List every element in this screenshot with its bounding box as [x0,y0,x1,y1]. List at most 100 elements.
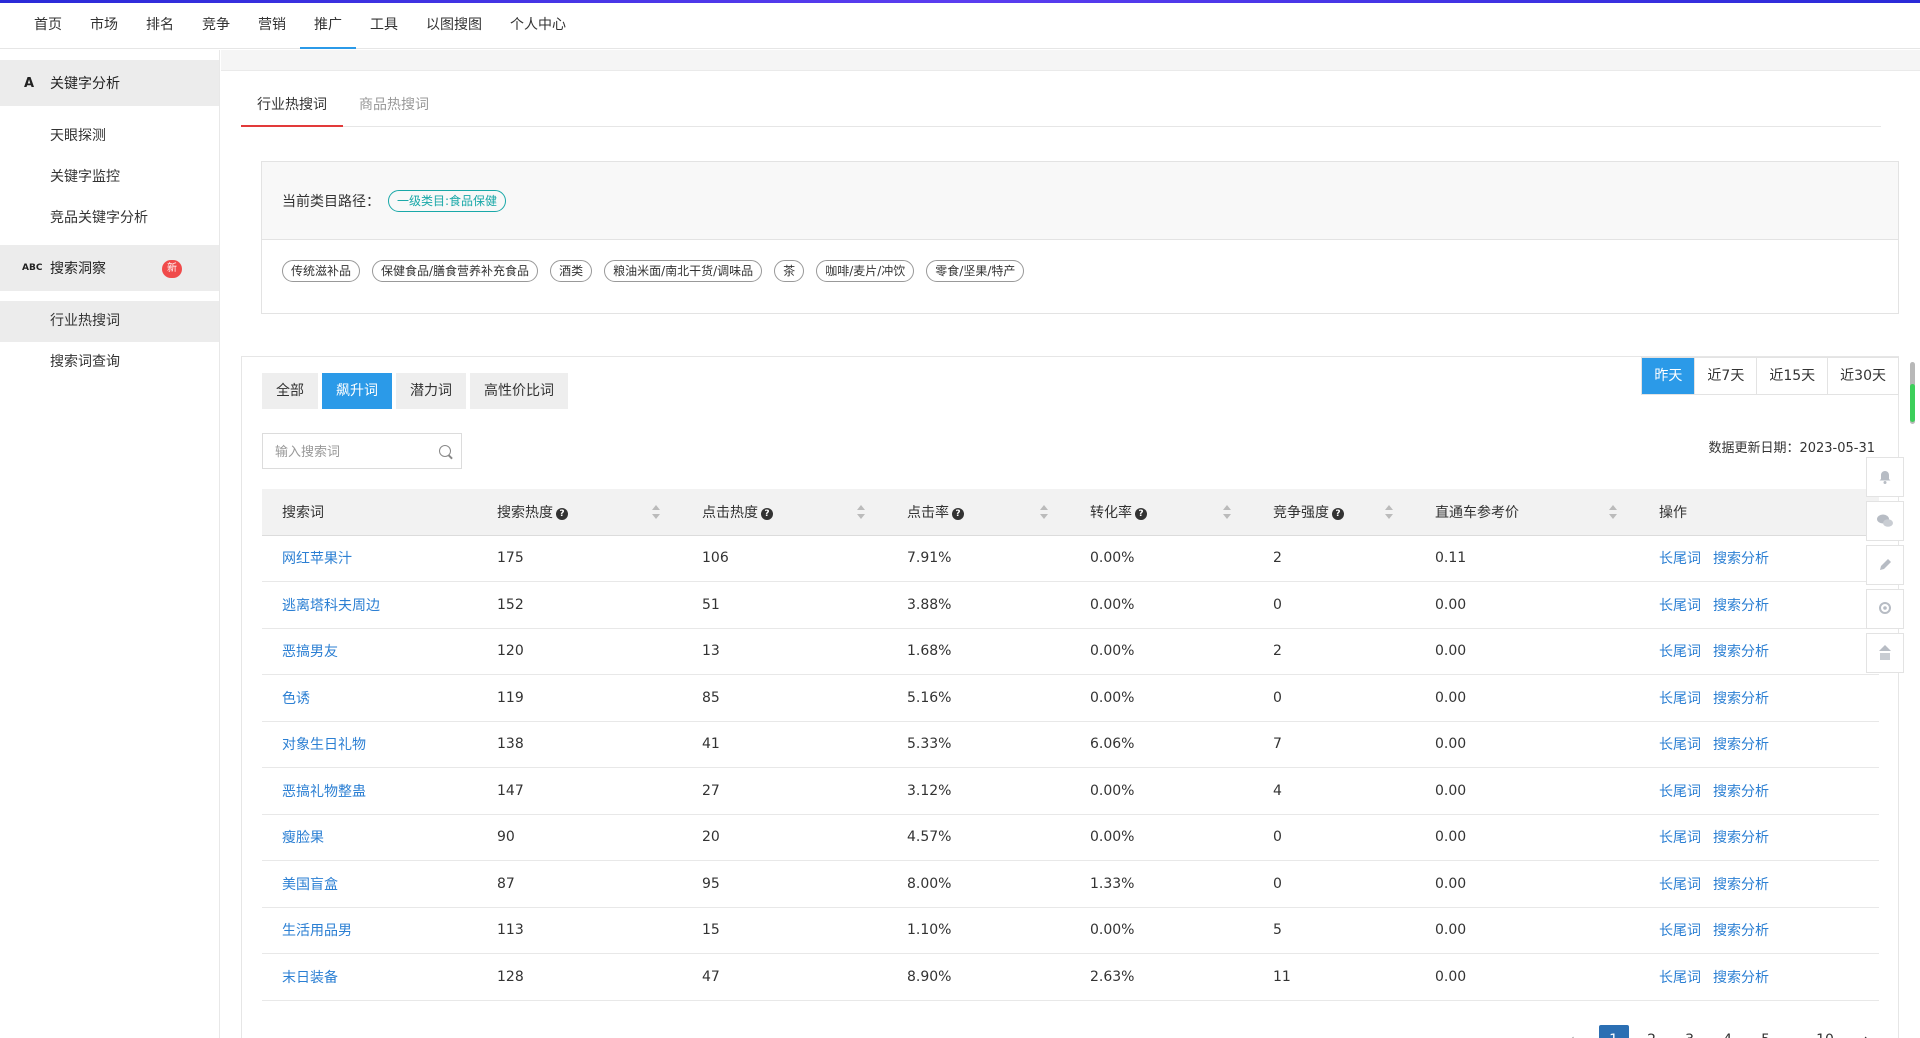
subcategory-pill[interactable]: 保健食品/膳食营养补充食品 [372,260,539,282]
longtail-link[interactable]: 长尾词 [1659,737,1701,753]
search-analysis-link[interactable]: 搜索分析 [1713,737,1769,753]
filter-rising-button[interactable]: 飙升词 [322,373,392,409]
nav-item-ranking[interactable]: 排名 [132,3,188,48]
tab-product-hot-words[interactable]: 商品热搜词 [343,85,445,126]
table-row: 逃离塔科夫周边 152 51 3.88% 0.00% 0 0.00 长尾词 搜索分… [262,581,1879,629]
filter-all-button[interactable]: 全部 [262,373,318,409]
filter-potential-button[interactable]: 潜力词 [396,373,466,409]
page-button[interactable]: 3 [1675,1025,1705,1038]
keyword-link[interactable]: 美国盲盒 [282,877,338,893]
bell-icon[interactable] [1866,457,1904,497]
page-button[interactable]: 1 [1598,1025,1629,1038]
tab-industry-hot-words[interactable]: 行业热搜词 [241,85,343,127]
keyword-link[interactable]: 色诱 [282,691,310,707]
subcategory-pill[interactable]: 咖啡/麦片/冲饮 [816,260,915,282]
keyword-link[interactable]: 网红苹果汁 [282,551,352,567]
help-icon[interactable]: ? [1135,507,1147,520]
sidebar-group-search-insight[interactable]: ABC 搜索洞察 新 [0,245,219,291]
sidebar-item-keyword-monitor[interactable]: 关键字监控 [0,157,219,198]
longtail-link[interactable]: 长尾词 [1659,970,1701,986]
search-analysis-link[interactable]: 搜索分析 [1713,644,1769,660]
sort-icon[interactable] [1223,505,1231,519]
nav-item-competition[interactable]: 竞争 [188,3,244,48]
column-header-ztc-price[interactable]: 直通车参考价 [1415,489,1639,536]
location-icon[interactable] [1866,589,1904,629]
range-15-days-button[interactable]: 近15天 [1756,358,1828,394]
nav-item-home[interactable]: 首页 [20,3,76,48]
keyword-link[interactable]: 恶搞男友 [282,644,338,660]
search-analysis-link[interactable]: 搜索分析 [1713,784,1769,800]
range-7-days-button[interactable]: 近7天 [1694,358,1757,394]
sort-icon[interactable] [1385,505,1393,519]
subcategory-pill[interactable]: 酒类 [550,260,593,282]
column-header-ctr[interactable]: 点击率? [887,489,1070,536]
longtail-link[interactable]: 长尾词 [1659,923,1701,939]
search-analysis-link[interactable]: 搜索分析 [1713,970,1769,986]
search-analysis-link[interactable]: 搜索分析 [1713,598,1769,614]
sort-icon[interactable] [652,505,660,519]
chat-icon[interactable] [1866,501,1904,541]
nav-item-promotion[interactable]: 推广 [300,3,356,49]
page-button[interactable]: 4 [1713,1025,1743,1038]
filter-value-button[interactable]: 高性价比词 [470,373,568,409]
search-analysis-link[interactable]: 搜索分析 [1713,691,1769,707]
page-button[interactable]: 2 [1637,1025,1667,1038]
longtail-link[interactable]: 长尾词 [1659,598,1701,614]
sidebar-item-sky-eye[interactable]: 天眼探测 [0,116,219,157]
search-analysis-link[interactable]: 搜索分析 [1713,830,1769,846]
keyword-link[interactable]: 逃离塔科夫周边 [282,598,380,614]
longtail-link[interactable]: 长尾词 [1659,551,1701,567]
back-to-top-icon[interactable] [1866,633,1904,673]
keyword-link[interactable]: 恶搞礼物整蛊 [282,784,366,800]
column-header-search-heat[interactable]: 搜索热度? [477,489,682,536]
range-30-days-button[interactable]: 近30天 [1827,358,1898,394]
sort-icon[interactable] [857,505,865,519]
category-path-pill[interactable]: 一级类目:食品保健 [388,189,507,212]
help-icon[interactable]: ? [952,507,964,520]
content-card: 行业热搜词 商品热搜词 当前类目路径： 一级类目:食品保健 传统滋补品 保健食品… [221,70,1920,1038]
longtail-link[interactable]: 长尾词 [1659,830,1701,846]
keyword-link[interactable]: 生活用品男 [282,923,352,939]
nav-item-personal-center[interactable]: 个人中心 [496,3,580,48]
keyword-link[interactable]: 对象生日礼物 [282,737,366,753]
keyword-link[interactable]: 瘦脸果 [282,830,324,846]
table-row: 恶搞男友 120 13 1.68% 0.00% 2 0.00 长尾词 搜索分析 [262,628,1879,675]
page-button[interactable]: 5 [1751,1025,1781,1038]
subcategory-pill[interactable]: 粮油米面/南北干货/调味品 [604,260,763,282]
search-analysis-link[interactable]: 搜索分析 [1713,877,1769,893]
keyword-link[interactable]: 末日装备 [282,970,338,986]
longtail-link[interactable]: 长尾词 [1659,877,1701,893]
edit-icon[interactable] [1866,545,1904,585]
sidebar-item-search-word-query[interactable]: 搜索词查询 [0,342,219,383]
sidebar-item-competitor-keywords[interactable]: 竞品关键字分析 [0,198,219,239]
nav-item-marketing[interactable]: 营销 [244,3,300,48]
column-header-click-heat[interactable]: 点击热度? [682,489,887,536]
nav-item-image-search[interactable]: 以图搜图 [412,3,496,48]
search-input[interactable] [275,443,435,459]
search-analysis-link[interactable]: 搜索分析 [1713,923,1769,939]
prev-page-button[interactable]: ← [1561,1025,1591,1038]
cvr-cell: 0.00% [1070,535,1253,582]
sort-icon[interactable] [1609,505,1617,519]
column-header-competition[interactable]: 竞争强度? [1253,489,1415,536]
longtail-link[interactable]: 长尾词 [1659,784,1701,800]
help-icon[interactable]: ? [761,507,773,520]
subcategory-pill[interactable]: 传统滋补品 [282,260,361,282]
longtail-link[interactable]: 长尾词 [1659,691,1701,707]
longtail-link[interactable]: 长尾词 [1659,644,1701,660]
column-header-cvr[interactable]: 转化率? [1070,489,1253,536]
help-icon[interactable]: ? [1332,507,1344,520]
sidebar-item-industry-hot-words[interactable]: 行业热搜词 [0,301,219,342]
sidebar-group-keyword-analysis[interactable]: A 关键字分析 [0,60,219,106]
nav-item-tools[interactable]: 工具 [356,3,412,48]
next-page-button[interactable]: → [1848,1025,1878,1038]
range-yesterday-button[interactable]: 昨天 [1642,358,1695,394]
sort-icon[interactable] [1040,505,1048,519]
nav-item-market[interactable]: 市场 [76,3,132,48]
search-icon[interactable] [439,445,451,457]
search-analysis-link[interactable]: 搜索分析 [1713,551,1769,567]
subcategory-pill[interactable]: 茶 [774,260,805,282]
subcategory-pill[interactable]: 零食/坚果/特产 [926,260,1025,282]
last-page-button[interactable]: 10 [1810,1025,1840,1038]
help-icon[interactable]: ? [556,507,568,520]
